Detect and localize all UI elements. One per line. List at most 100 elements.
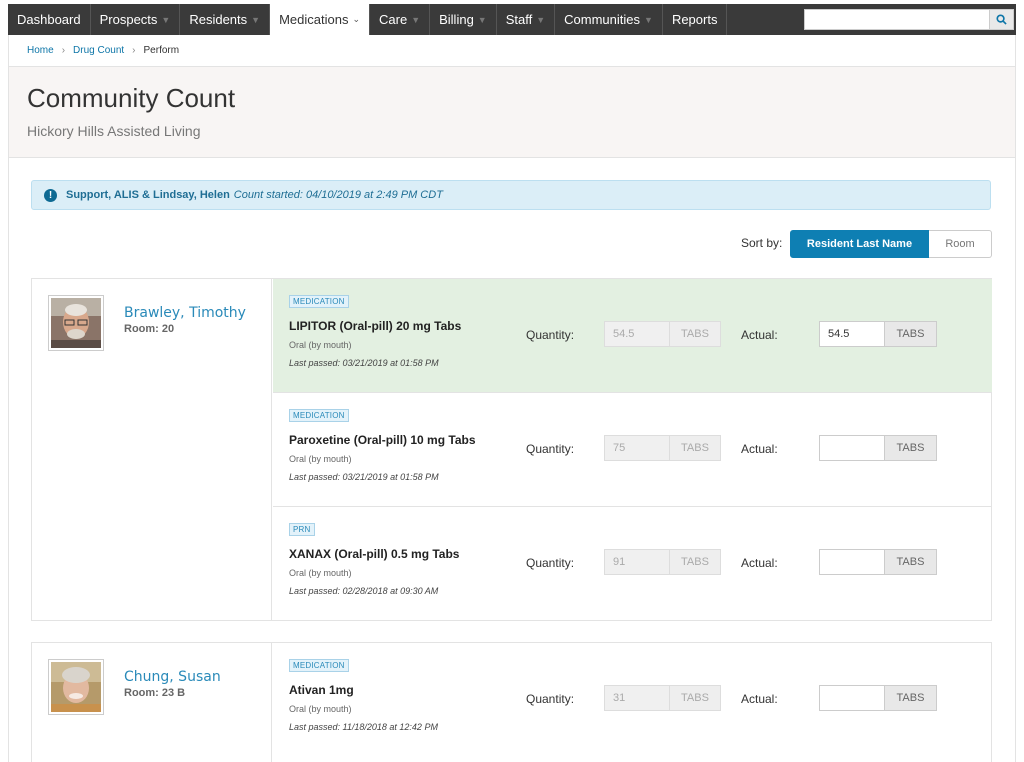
actual-input[interactable] xyxy=(819,685,885,711)
actual-label: Actual: xyxy=(741,556,778,570)
chevron-down-icon: ▼ xyxy=(161,14,171,25)
search-input[interactable] xyxy=(804,9,990,30)
medication-type-badge: MEDICATION xyxy=(289,295,349,308)
sort-last-name-button[interactable]: Resident Last Name xyxy=(790,230,929,258)
quantity-value: 31 xyxy=(604,685,670,711)
main-content: ! Support, ALIS & Lindsay, Helen Count s… xyxy=(8,158,1016,762)
actual-unit: TABS xyxy=(885,435,937,461)
medication-route: Oral (by mouth) xyxy=(289,704,352,714)
medication-last-passed: Last passed: 02/28/2018 at 09:30 AM xyxy=(289,586,439,596)
resident-room: Room: 23 B xyxy=(124,687,186,699)
nav-label: Reports xyxy=(671,12,718,27)
actual-field: TABS xyxy=(819,549,937,575)
nav-reports[interactable]: Reports xyxy=(662,4,728,35)
resident-info: Chung, Susan Room: 23 B xyxy=(32,643,272,762)
medication-name: Paroxetine (Oral-pill) 10 mg Tabs xyxy=(289,433,476,447)
resident-name-link[interactable]: Chung, Susan xyxy=(124,669,221,685)
nav-label: Communities xyxy=(564,12,641,27)
medication-name: XANAX (Oral-pill) 0.5 mg Tabs xyxy=(289,547,460,561)
resident-room: Room: 20 xyxy=(124,323,175,335)
chevron-down-icon: ⌄ xyxy=(352,14,360,24)
chevron-down-icon: ▼ xyxy=(251,14,261,25)
nav-label: Residents xyxy=(189,12,248,27)
quantity-unit: TABS xyxy=(670,435,721,461)
quantity-value: 54.5 xyxy=(604,321,670,347)
breadcrumb-separator-icon: › xyxy=(61,45,66,56)
nav-label: Staff xyxy=(505,12,533,27)
medication-last-passed: Last passed: 03/21/2019 at 01:58 PM xyxy=(289,358,439,368)
breadcrumb-home-link[interactable]: Home xyxy=(27,45,54,56)
resident-info: Brawley, Timothy Room: 20 xyxy=(32,279,272,620)
exclamation-icon: ! xyxy=(44,188,57,202)
actual-unit: TABS xyxy=(885,321,937,347)
quantity-field: 91 TABS xyxy=(604,549,721,575)
actual-field: TABS xyxy=(819,685,937,711)
actual-input[interactable] xyxy=(819,549,885,575)
medication-route: Oral (by mouth) xyxy=(289,340,352,350)
chevron-down-icon: ▼ xyxy=(644,14,653,25)
sort-room-button[interactable]: Room xyxy=(929,230,992,258)
medication-last-passed: Last passed: 03/21/2019 at 01:58 PM xyxy=(289,472,439,482)
chevron-down-icon: ▼ xyxy=(536,14,546,25)
medication-row: PRN XANAX (Oral-pill) 0.5 mg Tabs Oral (… xyxy=(273,507,992,621)
actual-input[interactable]: 54.5 xyxy=(819,321,885,347)
count-info-alert: ! Support, ALIS & Lindsay, Helen Count s… xyxy=(31,180,991,210)
quantity-value: 75 xyxy=(604,435,670,461)
alert-people: Support, ALIS & Lindsay, Helen xyxy=(66,189,230,201)
actual-field: 54.5 TABS xyxy=(819,321,937,347)
actual-label: Actual: xyxy=(741,442,778,456)
resident-photo xyxy=(51,298,101,348)
medication-row: MEDICATION Paroxetine (Oral-pill) 10 mg … xyxy=(273,393,992,507)
nav-staff[interactable]: Staff ▼ xyxy=(496,4,556,35)
avatar xyxy=(48,659,104,715)
quantity-unit: TABS xyxy=(670,685,721,711)
nav-dashboard[interactable]: Dashboard xyxy=(8,4,91,35)
quantity-label: Quantity: xyxy=(526,442,575,456)
nav-label: Dashboard xyxy=(17,12,81,27)
quantity-label: Quantity: xyxy=(526,556,575,570)
nav-label: Medications xyxy=(279,12,349,27)
medication-name: LIPITOR (Oral-pill) 20 mg Tabs xyxy=(289,319,462,333)
page-subtitle: Hickory Hills Assisted Living xyxy=(27,123,201,139)
quantity-field: 54.5 TABS xyxy=(604,321,721,347)
resident-photo xyxy=(51,662,101,712)
nav-care[interactable]: Care ▼ xyxy=(370,4,431,35)
quantity-value: 91 xyxy=(604,549,670,575)
medication-row: MEDICATION LIPITOR (Oral-pill) 20 mg Tab… xyxy=(273,279,992,393)
medication-route: Oral (by mouth) xyxy=(289,454,352,464)
nav-medications[interactable]: Medications ⌄ xyxy=(270,4,370,35)
resident-card: Chung, Susan Room: 23 B MEDICATION Ativa… xyxy=(31,642,992,762)
search-button[interactable] xyxy=(990,9,1014,30)
resident-name-link[interactable]: Brawley, Timothy xyxy=(124,305,246,321)
breadcrumb: Home › Drug Count › Perform xyxy=(8,35,1016,67)
top-nav: Dashboard Prospects ▼ Residents ▼ Medicati… xyxy=(8,4,1016,35)
medication-type-badge: PRN xyxy=(289,523,315,536)
actual-field: TABS xyxy=(819,435,937,461)
breadcrumb-separator-icon: › xyxy=(132,45,136,56)
resident-card: Brawley, Timothy Room: 20 MEDICATION LIP… xyxy=(31,278,992,621)
nav-communities[interactable]: Communities ▼ xyxy=(555,4,663,35)
actual-label: Actual: xyxy=(741,692,778,706)
medication-last-passed: Last passed: 11/18/2018 at 12:42 PM xyxy=(289,722,438,732)
medication-name: Ativan 1mg xyxy=(289,683,354,697)
medication-type-badge: MEDICATION xyxy=(289,659,349,672)
actual-unit: TABS xyxy=(885,685,937,711)
search-icon xyxy=(996,14,1007,25)
breadcrumb-drug-count-link[interactable]: Drug Count xyxy=(73,45,124,56)
page-title: Community Count xyxy=(27,83,236,113)
quantity-label: Quantity: xyxy=(526,328,575,342)
actual-label: Actual: xyxy=(741,328,778,342)
actual-input[interactable] xyxy=(819,435,885,461)
sort-label: Sort by: xyxy=(741,236,783,250)
quantity-field: 31 TABS xyxy=(604,685,721,711)
nav-residents[interactable]: Residents ▼ xyxy=(180,4,271,35)
medication-type-badge: MEDICATION xyxy=(289,409,349,422)
medication-row: MEDICATION Ativan 1mg Oral (by mouth) La… xyxy=(273,643,992,757)
search-group xyxy=(804,4,1016,35)
breadcrumb-current: Perform xyxy=(143,45,180,56)
actual-unit: TABS xyxy=(885,549,937,575)
nav-prospects[interactable]: Prospects ▼ xyxy=(90,4,181,35)
alert-started: Count started: 04/10/2019 at 2:49 PM CDT xyxy=(233,189,443,201)
chevron-down-icon: ▼ xyxy=(477,14,487,25)
nav-billing[interactable]: Billing ▼ xyxy=(430,4,497,35)
